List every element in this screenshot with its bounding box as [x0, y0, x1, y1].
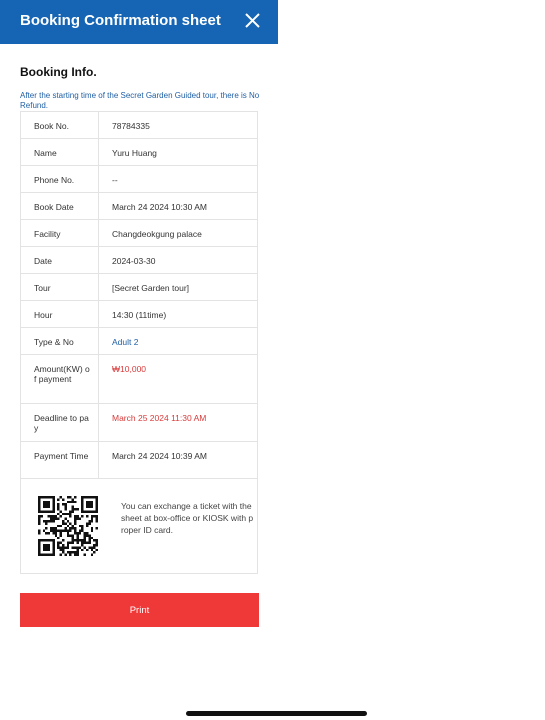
row-value: 78784335 — [112, 121, 150, 131]
row-label: Payment Time — [21, 442, 99, 478]
qr-container — [21, 479, 117, 573]
close-icon — [245, 13, 260, 28]
print-button[interactable]: Print — [20, 593, 259, 627]
qr-instructions: You can exchange a ticket with the sheet… — [121, 501, 254, 535]
qr-row: You can exchange a ticket with the sheet… — [21, 479, 257, 573]
table-row: Type & No Adult 2 — [21, 328, 257, 355]
table-row: Tour [Secret Garden tour] — [21, 274, 257, 301]
table-row: Book No. 78784335 — [21, 112, 257, 139]
table-row: Phone No. -- — [21, 166, 257, 193]
row-value: Changdeokgung palace — [112, 229, 202, 239]
booking-confirmation-sheet: Booking Confirmation sheet Booking Info.… — [0, 0, 278, 660]
home-indicator — [186, 711, 367, 716]
row-value: 2024-03-30 — [112, 256, 156, 266]
row-label: Type & No — [21, 328, 99, 354]
section-title: Booking Info. — [20, 65, 97, 79]
row-value: [Secret Garden tour] — [112, 283, 190, 293]
table-row: Payment Time March 24 2024 10:39 AM — [21, 442, 257, 479]
table-row: Deadline to pay March 25 2024 11:30 AM — [21, 404, 257, 442]
close-button[interactable] — [240, 8, 266, 34]
row-value: 14:30 (11time) — [112, 310, 167, 320]
table-row: Amount(KW) of payment ₩10,000 — [21, 355, 257, 404]
table-row: Book Date March 24 2024 10:30 AM — [21, 193, 257, 220]
row-label: Name — [21, 139, 99, 165]
table-row: Hour 14:30 (11time) — [21, 301, 257, 328]
sheet-header: Booking Confirmation sheet — [0, 0, 278, 44]
table-row: Date 2024-03-30 — [21, 247, 257, 274]
row-label: Phone No. — [21, 166, 99, 192]
row-value: March 24 2024 10:39 AM — [112, 451, 207, 461]
row-value: Yuru Huang — [112, 148, 157, 158]
page: Booking Confirmation sheet Booking Info.… — [0, 0, 545, 720]
row-label: Date — [21, 247, 99, 273]
row-value: March 24 2024 10:30 AM — [112, 202, 207, 212]
row-label: Hour — [21, 301, 99, 327]
row-label: Book No. — [21, 112, 99, 138]
booking-info-table: Book No. 78784335 Name Yuru Huang Phone … — [20, 111, 258, 574]
table-row: Name Yuru Huang — [21, 139, 257, 166]
row-label: Facility — [21, 220, 99, 246]
row-label: Deadline to pay — [21, 404, 99, 441]
row-label: Tour — [21, 274, 99, 300]
row-label: Book Date — [21, 193, 99, 219]
row-value: ₩10,000 — [112, 364, 147, 374]
row-label: Amount(KW) of payment — [21, 355, 99, 403]
table-row: Facility Changdeokgung palace — [21, 220, 257, 247]
qr-code-icon — [38, 496, 98, 556]
row-value: March 25 2024 11:30 AM — [112, 413, 207, 423]
row-value: Adult 2 — [112, 337, 139, 347]
sheet-title: Booking Confirmation sheet — [20, 12, 221, 29]
row-value: -- — [112, 175, 118, 185]
refund-notice: After the starting time of the Secret Ga… — [20, 91, 260, 110]
